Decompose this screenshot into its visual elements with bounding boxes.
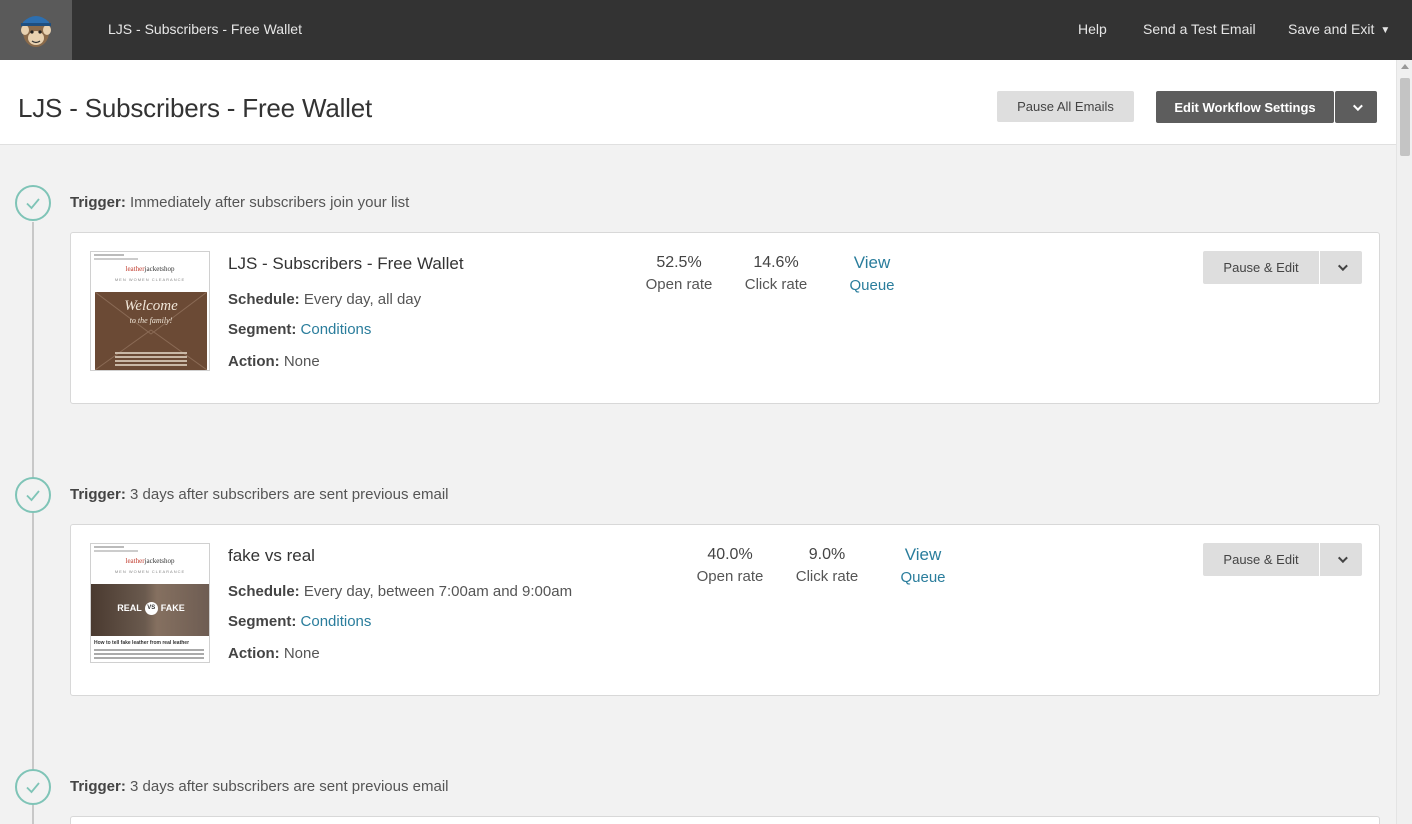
help-link[interactable]: Help <box>1078 21 1107 37</box>
thumb-subheadline: to the family! <box>129 316 173 325</box>
scroll-up-arrow-icon[interactable] <box>1401 64 1409 69</box>
email-thumbnail[interactable]: leatherjacketshop MEN WOMEN CLEARANCE We… <box>90 251 210 371</box>
chevron-down-icon <box>1352 100 1363 111</box>
view-queue-link[interactable]: View Queue <box>892 545 954 586</box>
view-queue-link[interactable]: View Queue <box>841 253 903 294</box>
vertical-scrollbar[interactable] <box>1396 60 1412 824</box>
save-and-exit-label: Save and Exit <box>1288 21 1375 37</box>
thumb-article-title: How to tell fake leather from real leath… <box>94 640 190 646</box>
email-card: leatherjacketshop MEN WOMEN CLEARANCE We… <box>70 232 1380 404</box>
save-and-exit-menu[interactable]: Save and Exit ▼ <box>1288 21 1390 37</box>
trigger-text: Trigger: 3 days after subscribers are se… <box>70 486 449 503</box>
segment-conditions-link[interactable]: Conditions <box>301 613 372 630</box>
chevron-down-icon <box>1337 553 1348 564</box>
pause-edit-button[interactable]: Pause & Edit <box>1203 543 1319 576</box>
trigger-text: Trigger: Immediately after subscribers j… <box>70 194 409 211</box>
segment-row: Segment: Conditions <box>228 613 372 630</box>
workflow-title: LJS - Subscribers - Free Wallet <box>108 21 302 37</box>
edit-workflow-dropdown-button[interactable] <box>1335 91 1377 123</box>
email-card <box>70 816 1380 824</box>
email-name[interactable]: fake vs real <box>228 546 315 566</box>
thumb-real-vs-fake-image: REAL VS FAKE <box>91 584 209 636</box>
scrollbar-thumb[interactable] <box>1400 78 1410 156</box>
email-thumbnail[interactable]: leatherjacketshop MEN WOMEN CLEARANCE RE… <box>90 543 210 663</box>
pause-edit-dropdown-button[interactable] <box>1320 251 1362 284</box>
thumb-nav: MEN WOMEN CLEARANCE <box>114 569 186 574</box>
mailchimp-logo[interactable] <box>0 0 72 60</box>
email-name[interactable]: LJS - Subscribers - Free Wallet <box>228 254 464 274</box>
thumb-envelope-image: Welcome to the family! <box>95 292 207 370</box>
thumb-nav: MEN WOMEN CLEARANCE <box>114 277 186 282</box>
trigger-label: Trigger: <box>70 194 126 211</box>
pause-edit-button[interactable]: Pause & Edit <box>1203 251 1319 284</box>
action-row: Action: None <box>228 353 320 370</box>
click-rate-stat: 14.6% Click rate <box>744 254 808 293</box>
chevron-down-icon: ▼ <box>1380 25 1391 36</box>
thumb-brand: leatherjacketshop <box>125 265 175 273</box>
open-rate-stat: 40.0% Open rate <box>696 546 764 585</box>
trigger-description: 3 days after subscribers are sent previo… <box>130 486 449 503</box>
action-row: Action: None <box>228 645 320 662</box>
page-header: LJS - Subscribers - Free Wallet Pause Al… <box>0 60 1396 145</box>
trigger-text: Trigger: 3 days after subscribers are se… <box>70 778 449 795</box>
pause-all-emails-button[interactable]: Pause All Emails <box>997 91 1134 122</box>
edit-workflow-settings-button[interactable]: Edit Workflow Settings <box>1156 91 1334 123</box>
schedule-row: Schedule: Every day, between 7:00am and … <box>228 583 573 600</box>
chevron-down-icon <box>1337 261 1348 272</box>
schedule-row: Schedule: Every day, all day <box>228 291 422 308</box>
page-title: LJS - Subscribers - Free Wallet <box>18 93 373 123</box>
thumb-brand: leatherjacketshop <box>125 557 175 565</box>
freddie-monkey-icon <box>21 16 51 47</box>
timeline-connector <box>32 222 34 824</box>
send-test-email-link[interactable]: Send a Test Email <box>1143 21 1256 37</box>
pause-edit-dropdown-button[interactable] <box>1320 543 1362 576</box>
segment-row: Segment: Conditions <box>228 321 372 338</box>
click-rate-stat: 9.0% Click rate <box>795 546 859 585</box>
trigger-description: Immediately after subscribers join your … <box>130 194 410 211</box>
segment-conditions-link[interactable]: Conditions <box>301 321 372 338</box>
step-check-icon <box>15 185 51 221</box>
trigger-description: 3 days after subscribers are sent previo… <box>130 778 449 795</box>
trigger-label: Trigger: <box>70 486 126 503</box>
email-card: leatherjacketshop MEN WOMEN CLEARANCE RE… <box>70 524 1380 696</box>
step-check-icon <box>15 769 51 805</box>
thumb-headline: Welcome <box>124 298 178 314</box>
step-check-icon <box>15 477 51 513</box>
trigger-label: Trigger: <box>70 778 126 795</box>
top-bar: LJS - Subscribers - Free Wallet Help Sen… <box>0 0 1412 60</box>
open-rate-stat: 52.5% Open rate <box>645 254 713 293</box>
